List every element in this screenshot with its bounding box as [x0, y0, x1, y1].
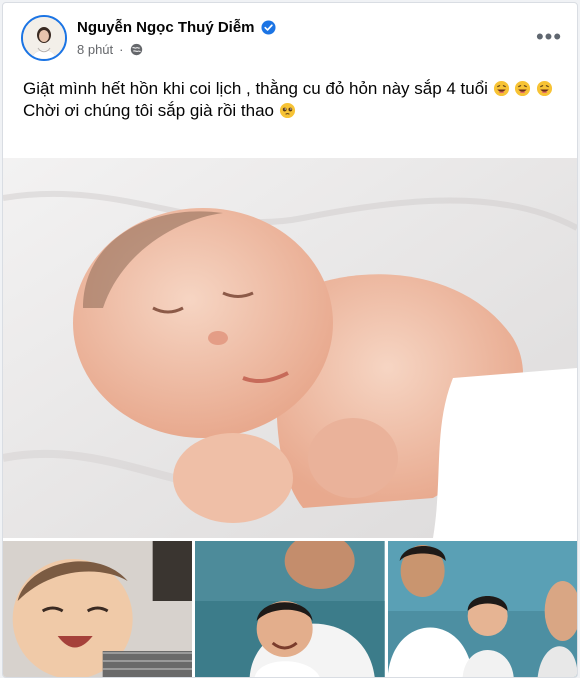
photo-thumbnails	[3, 541, 577, 677]
post-text-line-2: Chời ơi chúng tôi sắp già rồi thao	[23, 100, 563, 122]
globe-icon[interactable]	[130, 43, 143, 56]
meta-separator: ·	[119, 42, 124, 57]
laughing-emoji-icon	[493, 80, 510, 97]
verified-badge-icon	[261, 20, 276, 35]
pleading-emoji-icon	[279, 102, 296, 119]
author-line: Nguyễn Ngọc Thuý Diễm	[77, 19, 276, 36]
post-header: Nguyễn Ngọc Thuý Diễm 8 phút · •••	[3, 3, 577, 65]
post-text-line-1: Giật mình hết hồn khi coi lịch , thằng c…	[23, 78, 563, 100]
post-text: Giật mình hết hồn khi coi lịch , thằng c…	[23, 78, 563, 122]
author-name[interactable]: Nguyễn Ngọc Thuý Diễm	[77, 19, 255, 36]
post-card: Nguyễn Ngọc Thuý Diễm 8 phút · ••• Giật …	[2, 2, 578, 678]
post-photo-newborn[interactable]	[3, 158, 577, 538]
post-timestamp[interactable]: 8 phút	[77, 42, 113, 57]
laughing-emoji-icon	[536, 80, 553, 97]
laughing-emoji-icon	[514, 80, 531, 97]
post-meta: 8 phút ·	[77, 42, 143, 57]
post-photo-smiling-baby[interactable]	[3, 541, 193, 677]
post-text-line-2-content: Chời ơi chúng tôi sắp già rồi thao	[23, 101, 274, 120]
post-photo-father-son[interactable]	[195, 541, 385, 677]
author-avatar[interactable]	[21, 15, 67, 61]
more-options-button[interactable]: •••	[531, 23, 567, 51]
post-text-line-1-content: Giật mình hết hồn khi coi lịch , thằng c…	[23, 79, 488, 98]
post-photo-family[interactable]	[387, 541, 577, 677]
